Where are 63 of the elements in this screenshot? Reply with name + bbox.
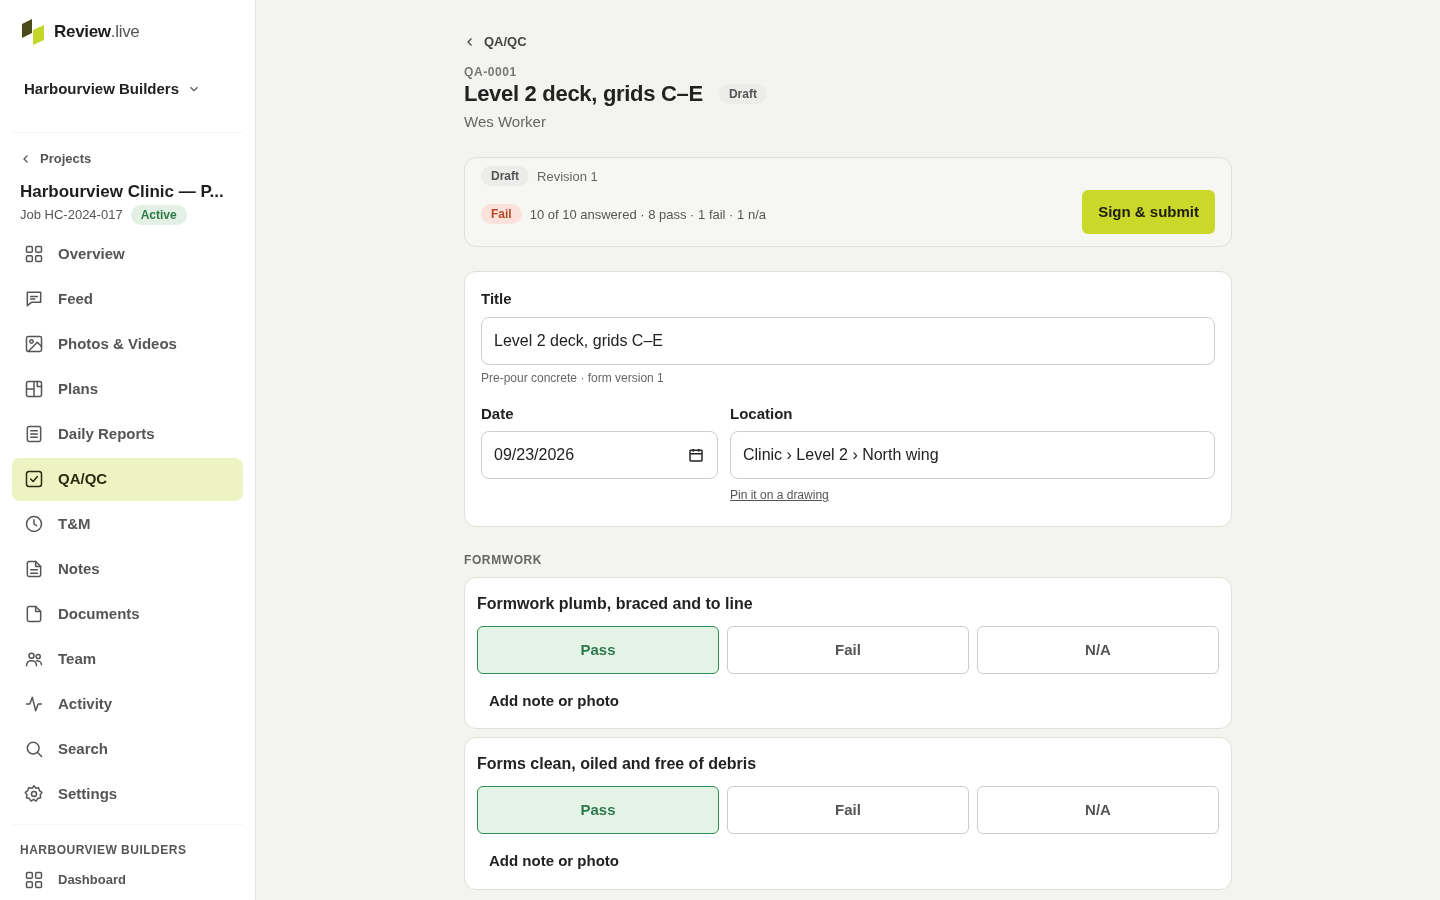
pin-link[interactable]: Pin it on a drawing [730, 486, 829, 505]
project-name: Harbourview Clinic — P... [19, 181, 225, 204]
grid-icon [24, 869, 44, 890]
nav-item[interactable]: Settings [12, 772, 243, 816]
nav-item[interactable]: Team [12, 637, 243, 681]
breadcrumb-link[interactable]: QA/QC [464, 32, 527, 52]
nav-item[interactable]: Activity [12, 682, 243, 726]
form-hint: Pre-pour concrete · form version 1 [481, 369, 665, 387]
question-text: Formwork plumb, braced and to line [477, 593, 754, 614]
checkbox-icon [24, 469, 44, 490]
nav-item[interactable]: Daily Reports [12, 412, 243, 456]
field-label: Date [481, 403, 515, 424]
answer-button[interactable]: N/A [977, 625, 1219, 674]
nav-item[interactable]: QA/QC [12, 457, 243, 501]
revision-label: Revision 1 [537, 167, 598, 186]
status-badge: Draft [481, 166, 529, 187]
status-badge: Active [130, 204, 187, 225]
title-field[interactable]: Level 2 deck, grids C–E [481, 316, 1215, 365]
section-heading: FORMWORK [464, 551, 544, 569]
search-icon [24, 739, 44, 760]
answer-button[interactable]: N/A [977, 786, 1219, 835]
nav-item[interactable]: Overview [12, 232, 243, 276]
answer-button[interactable]: Pass [477, 625, 719, 674]
clock-icon [24, 514, 44, 535]
add-note-button[interactable]: Add note or photo [477, 689, 631, 713]
document-icon [24, 424, 44, 445]
nav-item[interactable]: Documents [12, 592, 243, 636]
layout-icon [24, 379, 44, 400]
image-icon [24, 334, 44, 355]
answer-button[interactable]: Pass [477, 786, 719, 835]
record-code: QA-0001 [464, 63, 518, 81]
field-label: Location [730, 403, 794, 424]
brand-name: Review.live [54, 21, 140, 44]
section-heading: HARBOURVIEW BUILDERS [19, 841, 188, 859]
back-link[interactable]: Projects [12, 149, 100, 169]
answer-button[interactable]: Fail [727, 625, 969, 674]
settings-icon [24, 784, 44, 805]
answer-summary: 10 of 10 answered · 8 pass · 1 fail · 1 n/a [529, 205, 766, 224]
grid-icon [24, 244, 44, 265]
job-number: Job HC-2024-017 [20, 206, 123, 224]
field-label: Title [481, 289, 513, 310]
author-name: Wes Worker [464, 111, 547, 132]
answer-button[interactable]: Fail [727, 786, 969, 835]
nav-item[interactable]: Plans [12, 367, 243, 411]
nav-item[interactable]: Dashboard [12, 866, 243, 893]
nav-item[interactable]: Photos & Videos [12, 322, 243, 366]
nav-item[interactable]: Notes [12, 547, 243, 591]
status-badge: Draft [718, 83, 767, 104]
nav-item[interactable]: T&M [12, 502, 243, 546]
result-badge: Fail [481, 204, 522, 225]
calendar-icon [688, 447, 704, 464]
date-field[interactable]: 09/23/2026 [481, 431, 718, 480]
organization-switcher[interactable]: Harbourview Builders [12, 77, 214, 101]
location-field[interactable]: Clinic › Level 2 › North wing [730, 431, 1215, 480]
file-icon [24, 604, 44, 625]
nav-item[interactable]: Search [12, 727, 243, 771]
page-title: Level 2 deck, grids C–E [464, 80, 703, 107]
question-text: Forms clean, oiled and free of debris [477, 754, 758, 775]
logo-icon [20, 18, 46, 46]
nav-item[interactable]: Feed [12, 277, 243, 321]
sign-submit-button[interactable]: Sign & submit [1082, 189, 1215, 235]
add-note-button[interactable]: Add note or photo [477, 850, 631, 873]
note-icon [24, 559, 44, 580]
